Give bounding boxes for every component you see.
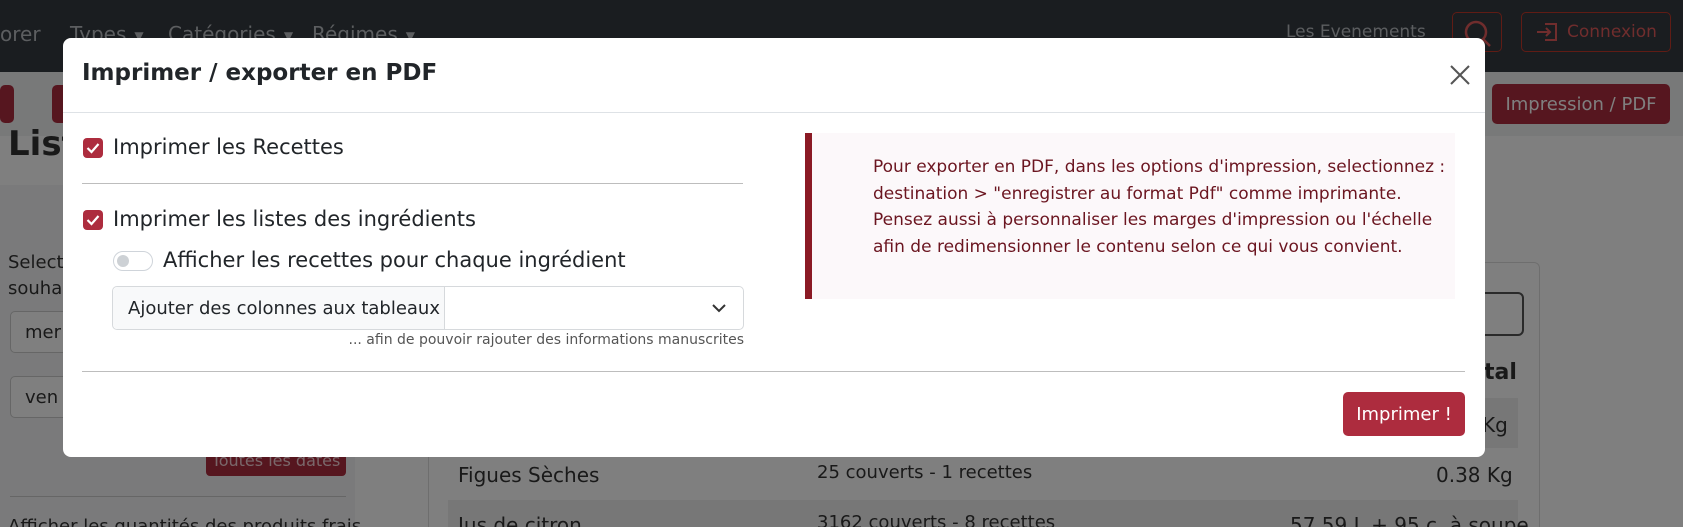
add-columns-label: Ajouter des colonnes aux tableaux :	[113, 287, 452, 329]
print-ingredients-label[interactable]: Imprimer les listes des ingrédients	[113, 207, 476, 231]
toggle-knob	[117, 255, 129, 267]
show-recipes-label[interactable]: Afficher les recettes pour chaque ingréd…	[163, 248, 626, 272]
divider	[82, 371, 1465, 372]
close-button[interactable]	[1443, 58, 1477, 92]
print-ingredients-checkbox[interactable]	[83, 210, 103, 230]
add-columns-help: ... afin de pouvoir rajouter des informa…	[348, 332, 745, 348]
alert-line: afin de redimensionner le contenu selon …	[873, 236, 1403, 257]
alert-line: Pour exporter en PDF, dans les options d…	[873, 157, 1446, 177]
alert-text: Pour exporter en PDF, dans les options d…	[873, 154, 1453, 260]
checkmark-icon	[86, 143, 100, 154]
print-recipes-label[interactable]: Imprimer les Recettes	[113, 135, 344, 159]
close-icon	[1450, 65, 1470, 85]
show-recipes-toggle[interactable]	[113, 251, 153, 271]
add-columns-group: Ajouter des colonnes aux tableaux :	[112, 286, 744, 330]
alert-line: Pensez aussi à personnaliser les marges …	[873, 210, 1433, 230]
modal-title: Imprimer / exporter en PDF	[82, 60, 438, 86]
divider	[82, 183, 743, 184]
checkmark-icon	[86, 215, 100, 226]
pdf-export-info-alert: Pour exporter en PDF, dans les options d…	[805, 133, 1455, 299]
print-recipes-checkbox[interactable]	[83, 138, 103, 158]
alert-line: destination > "enregistrer au format Pdf…	[873, 183, 1402, 204]
add-columns-select[interactable]	[445, 287, 743, 329]
modal-header: Imprimer / exporter en PDF	[63, 38, 1485, 113]
chevron-down-icon	[712, 304, 726, 313]
print-export-modal: Imprimer / exporter en PDF Imprimer les …	[63, 38, 1485, 457]
print-button[interactable]: Imprimer !	[1343, 392, 1465, 436]
